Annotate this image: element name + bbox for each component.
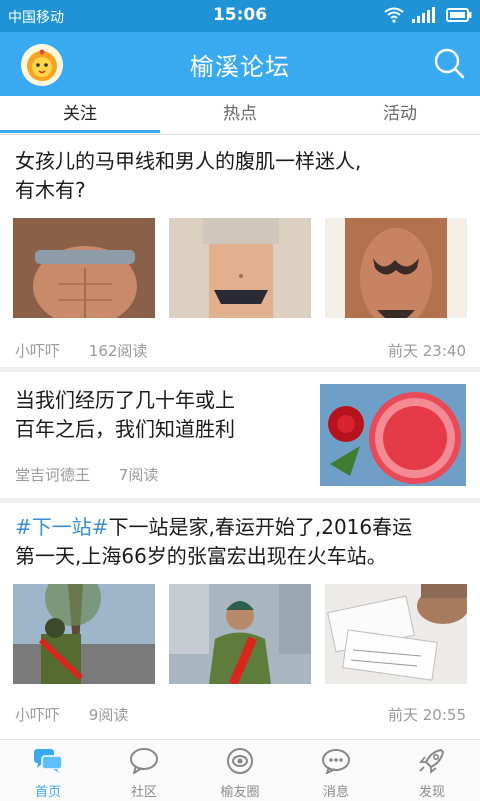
post-card[interactable]: #下一站#下一站是家,春运开始了,2016春运 第一天,上海66岁的张富宏出现在…: [0, 503, 480, 733]
nav-messages[interactable]: 消息: [288, 740, 384, 801]
home-chat-icon: [34, 749, 63, 773]
post-image[interactable]: [325, 584, 467, 684]
bottom-nav: 首页 社区 榆友圈 消息 发现: [0, 739, 480, 801]
post-image[interactable]: [169, 218, 311, 318]
message-dots-icon: [322, 749, 350, 774]
post-title: #下一站#下一站是家,春运开始了,2016春运 第一天,上海66岁的张富宏出现在…: [15, 513, 412, 571]
post-title-line: 有木有?: [15, 178, 86, 202]
post-title-line: 第一天,上海66岁的张富宏出现在火车站。: [15, 544, 387, 568]
post-image[interactable]: [13, 218, 155, 318]
post-title-line: 百年之后，我们知道胜利: [15, 417, 235, 441]
post-author[interactable]: 小吓吓: [15, 706, 60, 724]
tab-follow[interactable]: 关注: [0, 96, 160, 134]
wifi-icon: [384, 7, 404, 23]
speech-bubble-icon: [130, 748, 158, 774]
post-image[interactable]: [325, 218, 467, 318]
tab-bar: 关注 热点 活动: [0, 96, 480, 135]
nav-community-label: 社区: [130, 785, 157, 800]
topic-tag[interactable]: #下一站#: [15, 515, 109, 539]
post-meta: 小吓吓 9阅读: [15, 704, 152, 725]
search-button[interactable]: [432, 46, 466, 80]
status-bar: 中国移动 15:06: [0, 0, 480, 32]
post-author[interactable]: 小吓吓: [15, 342, 60, 360]
signal-icon: [412, 7, 435, 23]
nav-home-label: 首页: [34, 785, 61, 800]
post-title-line: 当我们经历了几十年或上: [15, 388, 235, 412]
nav-community[interactable]: 社区: [96, 740, 192, 801]
nav-discover[interactable]: 发现: [384, 740, 480, 801]
post-title: 当我们经历了几十年或上 百年之后，我们知道胜利: [15, 386, 235, 444]
battery-icon: [446, 8, 472, 22]
nav-messages-label: 消息: [322, 785, 349, 800]
post-title-text: 下一站是家,春运开始了,2016春运: [108, 515, 413, 539]
post-meta: 堂吉诃德王 7阅读: [15, 464, 182, 485]
page-title: 榆溪论坛: [190, 53, 290, 81]
status-icons: [384, 7, 472, 23]
post-read-count: 162阅读: [88, 342, 148, 360]
nav-friends-circle-label: 榆友圈: [220, 785, 260, 800]
post-image[interactable]: [169, 584, 311, 684]
nav-discover-label: 发现: [418, 785, 445, 800]
post-meta: 小吓吓 162阅读: [15, 340, 171, 361]
tab-hot[interactable]: 热点: [160, 96, 320, 134]
post-title: 女孩儿的马甲线和男人的腹肌一样迷人, 有木有?: [15, 147, 361, 205]
nav-friends-circle[interactable]: 榆友圈: [192, 740, 288, 801]
post-read-count: 7阅读: [118, 466, 159, 484]
post-read-count: 9阅读: [88, 706, 129, 724]
search-icon: [434, 48, 465, 79]
post-time: 前天 20:55: [388, 706, 466, 724]
app-bar: 榆溪论坛: [0, 32, 480, 96]
post-card[interactable]: 女孩儿的马甲线和男人的腹肌一样迷人, 有木有? 小吓吓 162阅读 前天 23:…: [0, 135, 480, 367]
post-image[interactable]: [13, 584, 155, 684]
post-thumbnails: [13, 218, 467, 318]
rocket-icon: [419, 748, 445, 774]
post-time: 前天 23:40: [388, 342, 466, 360]
nav-home[interactable]: 首页: [0, 740, 96, 801]
post-card[interactable]: 当我们经历了几十年或上 百年之后，我们知道胜利 堂吉诃德王 7阅读: [0, 372, 480, 498]
active-tab-indicator: [0, 130, 160, 133]
eye-circle-icon: [227, 748, 253, 774]
tab-events[interactable]: 活动: [320, 96, 480, 134]
post-image[interactable]: [320, 384, 466, 486]
post-author[interactable]: 堂吉诃德王: [15, 466, 90, 484]
post-feed: 女孩儿的马甲线和男人的腹肌一样迷人, 有木有? 小吓吓 162阅读 前天 23:…: [0, 135, 480, 733]
post-title-line: 女孩儿的马甲线和男人的腹肌一样迷人,: [15, 149, 362, 173]
post-thumbnails: [13, 584, 467, 684]
post-title-line: #下一站#下一站是家,春运开始了,2016春运: [15, 513, 412, 542]
